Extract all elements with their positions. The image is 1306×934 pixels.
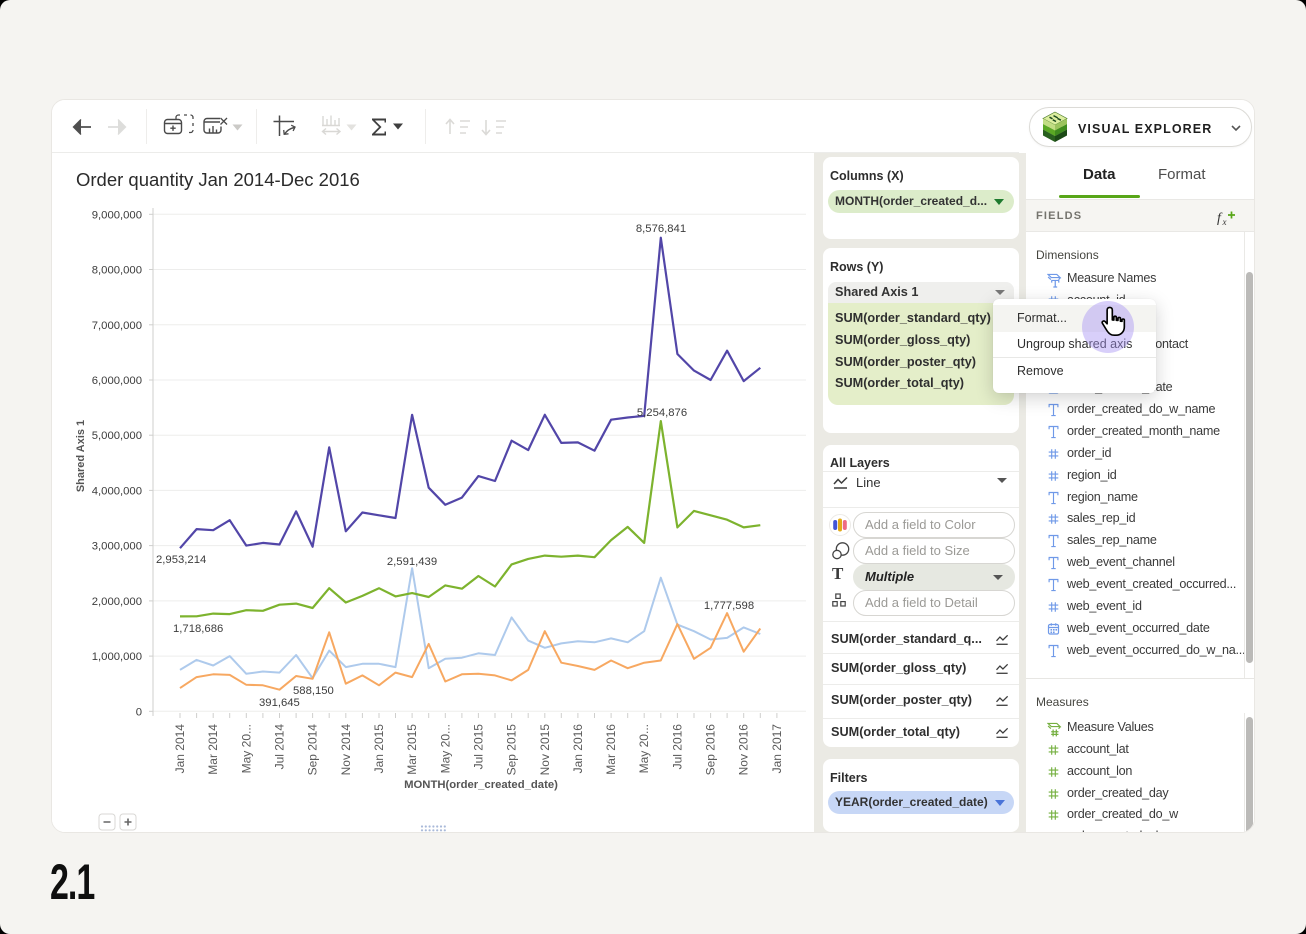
svg-text:x: x (1222, 217, 1227, 227)
svg-text:Sep 2016: Sep 2016 (704, 724, 718, 776)
svg-text:391,645: 391,645 (259, 697, 300, 709)
svg-text:Jul 2015: Jul 2015 (471, 724, 485, 770)
svg-text:8,000,000: 8,000,000 (92, 265, 142, 277)
svg-text:2,000,000: 2,000,000 (92, 596, 142, 608)
svg-text:1,718,686: 1,718,686 (173, 623, 223, 635)
svg-text:Shared Axis 1: Shared Axis 1 (75, 420, 87, 492)
svg-text:Mar 2015: Mar 2015 (405, 724, 419, 775)
svg-text:9,000,000: 9,000,000 (92, 209, 142, 221)
svg-text:1,000,000: 1,000,000 (92, 651, 142, 663)
svg-text:Nov 2016: Nov 2016 (737, 724, 751, 776)
svg-text:7,000,000: 7,000,000 (92, 320, 142, 332)
svg-text:May 20...: May 20... (239, 724, 253, 773)
svg-text:May 20...: May 20... (438, 724, 452, 773)
svg-text:May 20...: May 20... (637, 724, 651, 773)
svg-text:4,000,000: 4,000,000 (92, 485, 142, 497)
svg-text:Jan 2016: Jan 2016 (571, 724, 585, 774)
svg-text:Nov 2015: Nov 2015 (538, 724, 552, 776)
svg-text:1,777,598: 1,777,598 (704, 600, 754, 612)
svg-text:Mar 2016: Mar 2016 (604, 724, 618, 775)
svg-text:5,254,876: 5,254,876 (637, 407, 687, 419)
svg-text:Sep 2015: Sep 2015 (505, 724, 519, 776)
svg-text:0: 0 (136, 706, 142, 718)
svg-text:Mar 2014: Mar 2014 (206, 724, 220, 775)
svg-text:Nov 2014: Nov 2014 (339, 724, 353, 776)
svg-text:2,953,214: 2,953,214 (156, 554, 206, 566)
svg-text:2,591,439: 2,591,439 (387, 556, 437, 568)
svg-text:Jul 2016: Jul 2016 (670, 724, 684, 770)
svg-text:6,000,000: 6,000,000 (92, 375, 142, 387)
svg-text:MONTH(order_created_date): MONTH(order_created_date) (404, 779, 558, 791)
svg-text:588,150: 588,150 (293, 685, 334, 697)
svg-text:Jan 2014: Jan 2014 (173, 724, 187, 774)
svg-text:Sep 2014: Sep 2014 (306, 724, 320, 776)
svg-text:Jul 2014: Jul 2014 (273, 724, 287, 770)
svg-text:Jan 2015: Jan 2015 (372, 724, 386, 774)
svg-text:5,000,000: 5,000,000 (92, 430, 142, 442)
svg-text:8,576,841: 8,576,841 (636, 223, 686, 235)
svg-text:Jan 2017: Jan 2017 (770, 724, 784, 774)
svg-text:3,000,000: 3,000,000 (92, 541, 142, 553)
